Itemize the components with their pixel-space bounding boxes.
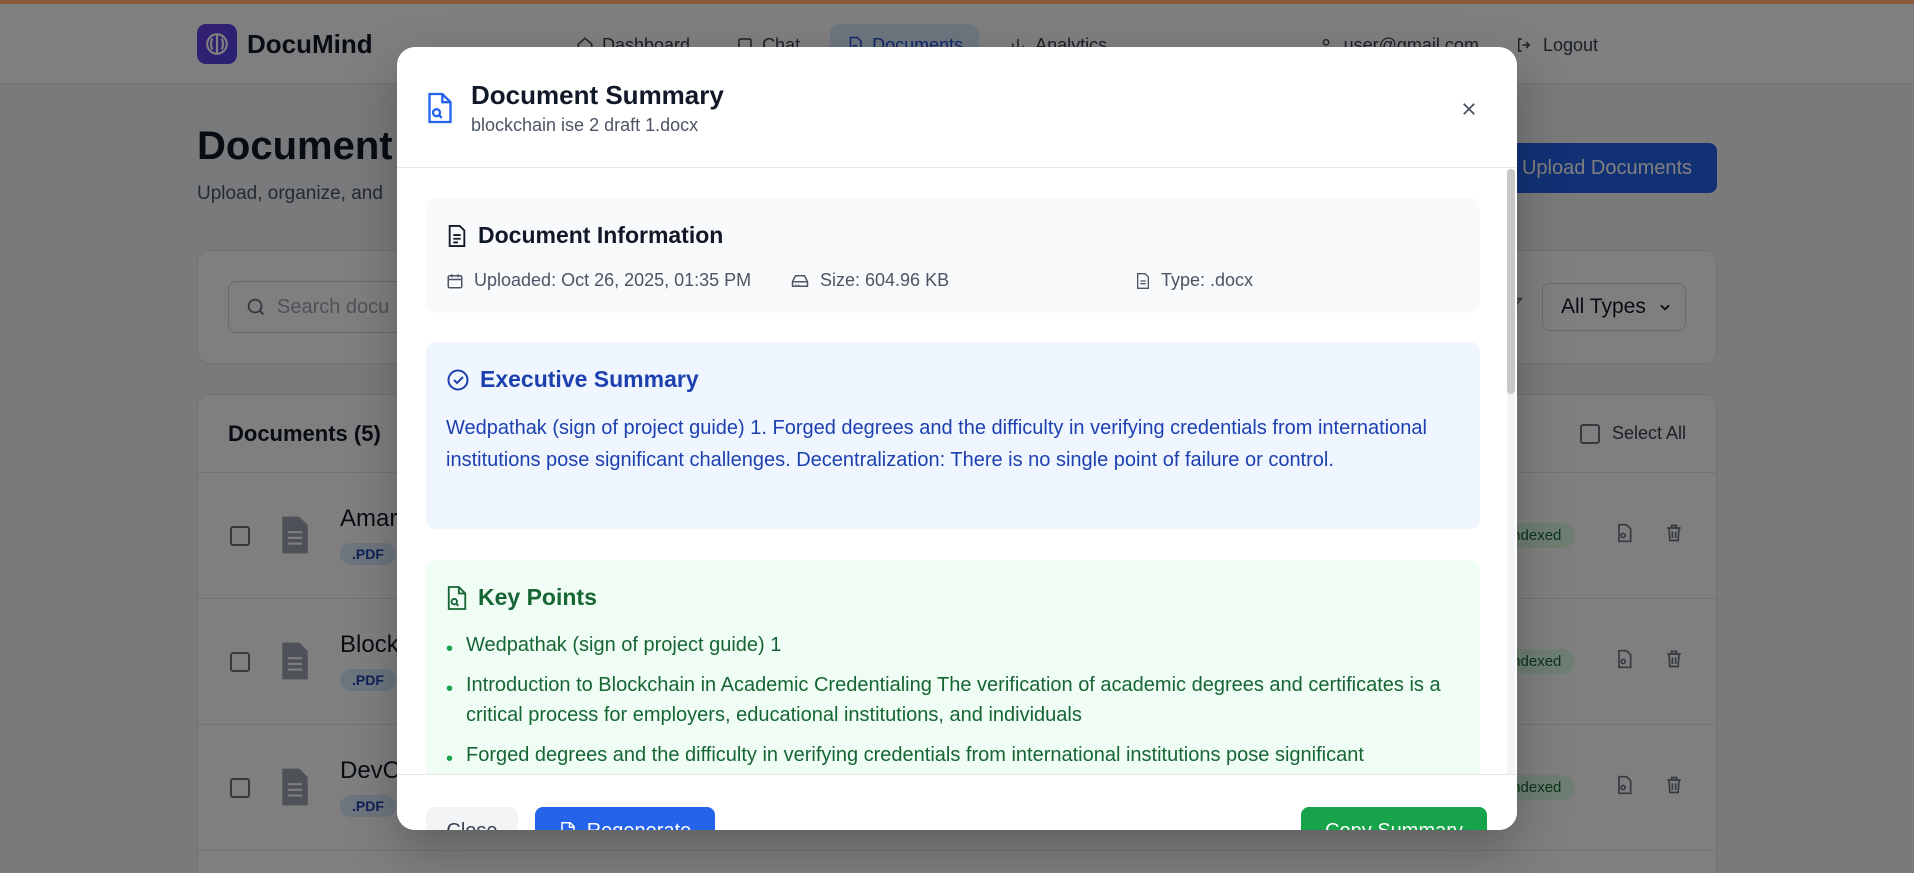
check-circle-icon bbox=[447, 369, 469, 390]
executive-summary-title: Executive Summary bbox=[446, 366, 699, 393]
bullet-icon: • bbox=[446, 678, 454, 700]
document-information-section: Document Information Uploaded: Oct 26, 2… bbox=[426, 198, 1480, 313]
uploaded-meta: Uploaded: Oct 26, 2025, 01:35 PM bbox=[446, 270, 751, 291]
document-summary-modal: Document Summary blockchain ise 2 draft … bbox=[397, 47, 1517, 830]
regenerate-button-label: Regenerate bbox=[587, 820, 692, 831]
size-meta: Size: 604.96 KB bbox=[790, 270, 949, 291]
type-meta: Type: .docx bbox=[1135, 270, 1253, 291]
key-points-list: • Wedpathak (sign of project guide) 1 • In… bbox=[446, 630, 1456, 774]
key-point-item: • Wedpathak (sign of project guide) 1 bbox=[446, 630, 1456, 660]
modal-title: Document Summary bbox=[471, 80, 724, 110]
file-icon bbox=[1137, 272, 1149, 289]
document-information-label: Document Information bbox=[478, 222, 724, 248]
modal-filename: blockchain ise 2 draft 1.docx bbox=[471, 115, 699, 135]
file-search-icon bbox=[428, 92, 452, 124]
file-refresh-icon bbox=[560, 822, 575, 830]
key-point-text: Introduction to Blockchain in Academic C… bbox=[466, 674, 1441, 726]
hard-drive-icon bbox=[791, 274, 809, 287]
file-search-icon bbox=[447, 585, 467, 610]
key-point-item: • Forged degrees and the difficulty in ve… bbox=[446, 740, 1456, 770]
close-button[interactable]: Close bbox=[426, 807, 518, 830]
modal-scrollbar[interactable] bbox=[1507, 169, 1515, 774]
executive-summary-text: Wedpathak (sign of project guide) 1. For… bbox=[446, 417, 1427, 471]
calendar-icon bbox=[447, 273, 463, 288]
key-points-section: Key Points • Wedpathak (sign of project g… bbox=[426, 560, 1480, 774]
uploaded-text: Uploaded: Oct 26, 2025, 01:35 PM bbox=[474, 270, 752, 290]
regenerate-button[interactable]: Regenerate bbox=[535, 807, 715, 830]
document-information-title: Document Information bbox=[446, 222, 723, 249]
key-points-label: Key Points bbox=[478, 584, 597, 610]
file-text-icon bbox=[448, 224, 466, 247]
size-text: Size: 604.96 KB bbox=[820, 270, 950, 290]
close-modal-button[interactable] bbox=[1457, 97, 1481, 121]
close-icon bbox=[1463, 103, 1475, 115]
close-button-label: Close bbox=[446, 820, 497, 831]
modal-header: Document Summary blockchain ise 2 draft … bbox=[397, 47, 1517, 168]
key-points-title: Key Points bbox=[446, 584, 597, 611]
scrollbar-thumb[interactable] bbox=[1507, 169, 1515, 394]
copy-summary-label: Copy Summary bbox=[1325, 820, 1463, 831]
modal-footer: Close Regenerate Copy Summary bbox=[397, 774, 1517, 830]
bullet-icon: • bbox=[446, 638, 454, 660]
type-text: Type: .docx bbox=[1161, 270, 1254, 290]
key-point-text: Forged degrees and the difficulty in ver… bbox=[466, 744, 1364, 766]
executive-summary-label: Executive Summary bbox=[480, 366, 699, 392]
executive-summary-section: Executive Summary Wedpathak (sign of pro… bbox=[426, 342, 1480, 529]
key-point-item: • Introduction to Blockchain in Academic … bbox=[446, 670, 1456, 730]
modal-body[interactable]: Document Information Uploaded: Oct 26, 2… bbox=[397, 169, 1517, 774]
key-point-text: Wedpathak (sign of project guide) 1 bbox=[466, 634, 782, 656]
bullet-icon: • bbox=[446, 748, 454, 770]
copy-summary-button[interactable]: Copy Summary bbox=[1301, 807, 1487, 830]
